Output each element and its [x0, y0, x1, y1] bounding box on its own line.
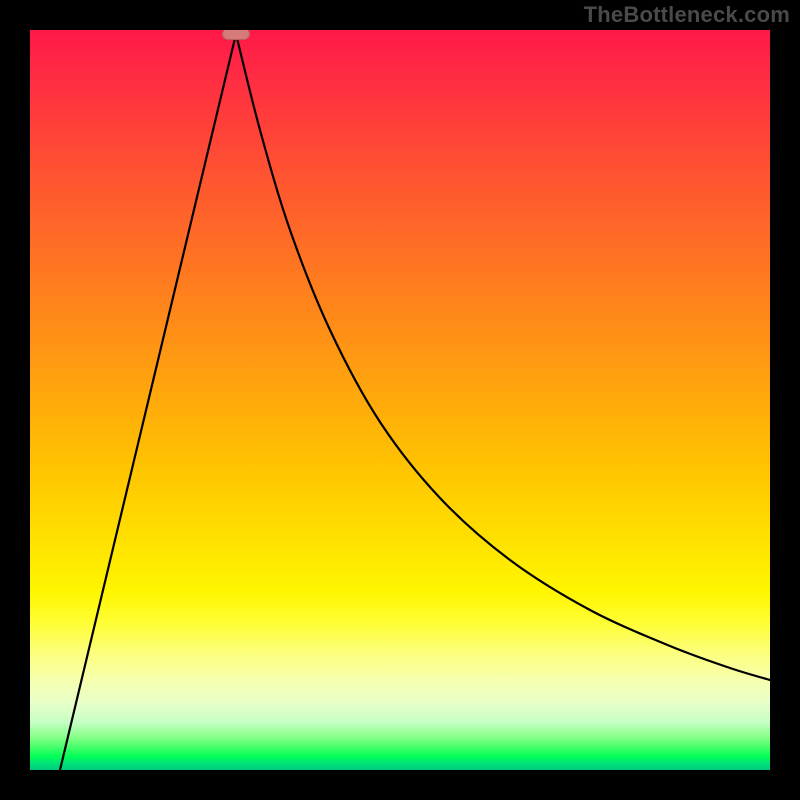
watermark-text: TheBottleneck.com: [584, 2, 790, 28]
chart-frame: TheBottleneck.com: [0, 0, 800, 800]
vertex-marker: [222, 30, 250, 40]
plot-area: [30, 30, 770, 770]
curve-path: [60, 34, 770, 770]
curve-layer: [30, 30, 770, 770]
